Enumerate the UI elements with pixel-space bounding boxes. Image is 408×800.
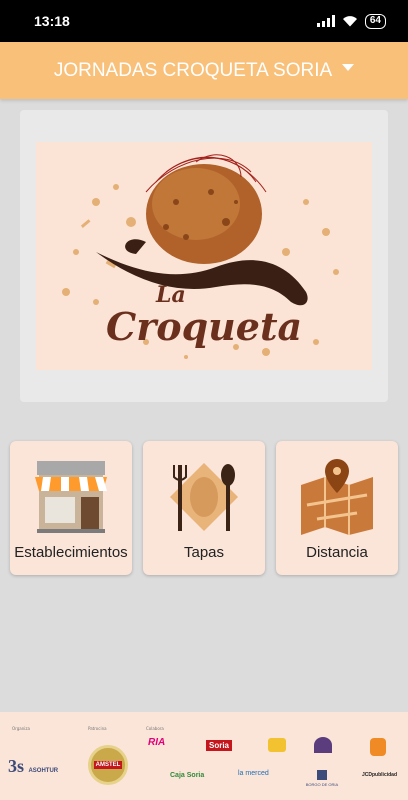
croqueta-banner-image: La Croqueta [36,142,372,370]
borgo-logo: BORGO DE ORIA [302,770,342,787]
status-icons: 64 [316,13,386,29]
sponsor-caption-organiza: Organiza [12,726,30,731]
tile-label-tapas[interactable]: Tapas [143,544,265,561]
ria-logo: RIA [148,737,166,748]
signal-icon [316,15,335,27]
tile-label-distancia[interactable]: Distancia [276,544,398,561]
battery-icon: 64 [364,13,386,29]
soria-logo: Soria [206,740,233,751]
colaborador-logo-1 [268,738,286,752]
dropdown-arrow-icon[interactable] [342,64,355,71]
tile-establecimientos[interactable]: Establecimientos [10,441,132,575]
wifi-icon [342,16,357,27]
storefront-icon [35,461,107,533]
tile-tapas[interactable]: Tapas [143,441,265,575]
croqueta-illustration: La Croqueta [62,154,339,359]
amstel-logo: AMSTEL [88,745,128,785]
asohtur-logo: 3s ASOHTUR [8,756,59,776]
tile-distancia[interactable]: Distancia [276,441,398,575]
tile-label-establecimientos[interactable]: Establecimientos [10,544,132,561]
la-merced-logo: la merced [238,770,269,777]
banner-title-line2: Croqueta [106,304,302,349]
caja-rural-logo: Caja Soria [170,772,205,779]
app-bar[interactable]: JORNADAS CROQUETA SORIA [0,42,408,99]
colaborador-logo-2 [370,738,386,756]
map-pin-icon [301,459,373,535]
asohtur-text: ASOHTUR [28,768,59,774]
sponsor-caption-patrocina: Patrocina [88,726,107,731]
app-title[interactable]: JORNADAS CROQUETA SORIA [54,60,332,82]
sponsor-caption-colabora: Colabora [146,726,164,731]
status-time: 13:18 [34,13,70,29]
diputacion-logo [314,737,332,753]
jcd-publicidad-logo: JCDpublicidad [362,772,398,778]
banner-card: La Croqueta [20,110,388,402]
status-bar: 13:18 64 [0,0,408,42]
sponsor-bar: Organiza Patrocina Colabora 3s ASOHTUR A… [0,712,408,800]
cutlery-plate-icon [170,463,238,531]
